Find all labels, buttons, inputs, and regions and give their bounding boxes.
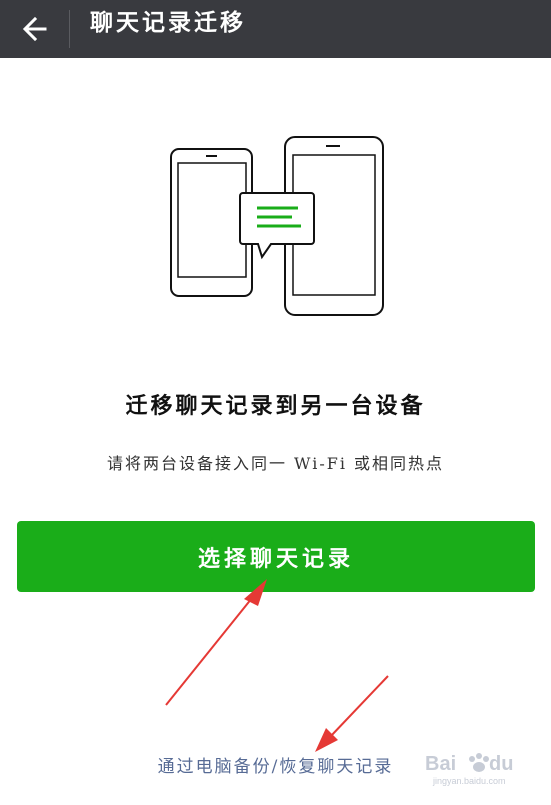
svg-text:du: du	[489, 753, 513, 775]
device-migration-illustration	[170, 136, 384, 316]
annotation-arrow-icon	[165, 579, 267, 706]
select-chat-history-button[interactable]: 选择聊天记录	[17, 521, 535, 592]
baidu-watermark-logo: Bai du jingyan.baidu.com	[425, 753, 513, 786]
page-title: 聊天记录迁移	[90, 9, 246, 36]
svg-text:Bai: Bai	[425, 753, 456, 775]
arrow-left-icon	[22, 16, 47, 42]
title-bar: 聊天记录迁移	[0, 0, 551, 58]
svg-text:jingyan.baidu.com: jingyan.baidu.com	[432, 776, 506, 786]
annotation-arrow-icon	[315, 675, 389, 752]
main-heading: 迁移聊天记录到另一台设备	[125, 393, 426, 419]
header-divider	[69, 10, 70, 48]
back-button[interactable]	[12, 7, 58, 51]
wifi-hint-text: 请将两台设备接入同一 Wi-Fi 或相同热点	[106, 454, 445, 473]
